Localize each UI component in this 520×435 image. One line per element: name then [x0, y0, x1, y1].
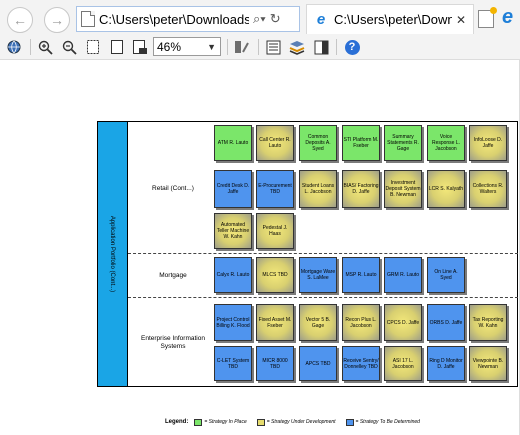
- legend-swatch: [256, 418, 265, 426]
- zoom-in-icon[interactable]: [36, 38, 54, 56]
- application-box: STI Platform M. Fseber: [342, 125, 380, 161]
- application-box: ASI 17 L. Jacobson: [384, 346, 422, 381]
- application-box: MSP R. Lauto: [342, 257, 380, 293]
- globe-settings-icon[interactable]: [4, 38, 24, 56]
- forward-button[interactable]: →: [44, 7, 70, 33]
- application-box: Voice Response L. Jacobson: [427, 125, 465, 161]
- application-box: Credit Desk D. Jaffe: [214, 170, 252, 208]
- sidebar-panel-icon[interactable]: [312, 38, 330, 56]
- zoom-value: 46%: [157, 39, 182, 54]
- application-box: Call Center R. Lauto: [256, 125, 294, 161]
- ie-icon: e: [316, 10, 326, 28]
- tab-title: C:\Users\peter\Downl...: [334, 12, 452, 27]
- bookmarks-icon[interactable]: [264, 38, 282, 56]
- band-label: Application Portfolio (Cont...): [109, 215, 115, 293]
- edge-icon[interactable]: e: [502, 6, 513, 29]
- application-box: Project Control Billing K. Flood: [214, 304, 252, 341]
- application-box: Pedestal J. Haas: [256, 213, 294, 249]
- legend-item: = Strategy Under Development: [256, 418, 336, 426]
- new-tab-button[interactable]: [478, 7, 497, 28]
- portfolio-band: Application Portfolio (Cont...): [98, 122, 128, 386]
- fit-page-icon[interactable]: [84, 38, 102, 56]
- toolbar-separator: [336, 39, 337, 55]
- application-box: Ring D Monitor D. Jaffe: [427, 346, 465, 381]
- application-box: Viewpointe B. Newman: [469, 346, 507, 381]
- legend-swatch: [345, 418, 354, 426]
- legend-item: = Strategy To Be Determined: [345, 418, 420, 426]
- search-icon[interactable]: ⌕▾: [253, 11, 266, 27]
- application-box: ATM R. Lauto: [214, 125, 252, 161]
- application-box: MLCS TBD: [256, 257, 294, 293]
- legend-label: = Strategy In Place: [204, 419, 247, 425]
- address-bar[interactable]: C:\Users\peter\Downloads\F ⌕▾ ↻: [76, 6, 300, 32]
- application-box: Calyx R. Lauto: [214, 257, 252, 293]
- application-box: InfoLoose D. Jaffe: [469, 125, 507, 161]
- application-box: Vector 5 B. Gage: [299, 304, 337, 341]
- application-box: MICR 8000 TBD: [256, 346, 294, 381]
- application-box: Fixed Asset M. Fseber: [256, 304, 294, 341]
- application-box: Student Loans L. Jacobson: [299, 170, 337, 208]
- application-box: Mortgage Ware S. LaMee: [299, 257, 337, 293]
- edit-tools-icon[interactable]: [232, 38, 252, 56]
- refresh-icon[interactable]: ↻: [270, 11, 281, 27]
- legend: Legend: = Strategy In Place = Strategy Un…: [165, 416, 430, 428]
- zoom-select[interactable]: 46% ▼: [153, 37, 221, 56]
- help-glyph: ?: [344, 39, 360, 55]
- application-box: ORBS D. Jaffe: [427, 304, 465, 341]
- fit-width-icon[interactable]: [131, 38, 149, 56]
- tab-current[interactable]: e C:\Users\peter\Downl... ✕: [306, 4, 474, 34]
- application-box: E-Procurement TBD: [256, 170, 294, 208]
- page-icon: [81, 11, 95, 27]
- application-box: Investment Deposit System B. Newman: [384, 170, 422, 208]
- application-box: CPCS D. Jaffe: [384, 304, 422, 341]
- layers-icon[interactable]: [288, 38, 306, 56]
- toolbar-separator: [30, 39, 31, 55]
- section-divider: [128, 253, 518, 254]
- legend-label: = Strategy Under Development: [266, 419, 336, 425]
- actual-size-icon[interactable]: [108, 38, 126, 56]
- application-box: Recon Plus L. Jacobson: [342, 304, 380, 341]
- application-box: Receive Sentry/ Donnelley TBD: [342, 346, 380, 381]
- back-arrow-icon: ←: [13, 12, 27, 28]
- pdf-toolbar: 46% ▼ ?: [0, 35, 520, 60]
- application-box: Tax Reporting W. Kahn: [469, 304, 507, 341]
- forward-arrow-icon: →: [50, 12, 64, 28]
- application-box: C-LET System TBD: [214, 346, 252, 381]
- application-box: GRM R. Lauto: [384, 257, 422, 293]
- application-box: On Line A. Syed: [427, 257, 465, 293]
- section-label-retail: Retail (Cont...): [152, 185, 194, 192]
- back-button[interactable]: ←: [7, 7, 33, 33]
- application-portfolio-diagram: Application Portfolio (Cont...) Retail (…: [97, 121, 518, 387]
- section-label-enterprise: Enterprise Information Systems: [141, 335, 205, 350]
- legend-label: = Strategy To Be Determined: [355, 419, 420, 425]
- application-box: APCS TBD: [299, 346, 337, 381]
- application-box: Common Deposits A. Syed: [299, 125, 337, 161]
- application-box: Collections R. Walters: [469, 170, 507, 208]
- chevron-down-icon: ▼: [207, 41, 216, 52]
- address-text[interactable]: C:\Users\peter\Downloads\F: [99, 12, 249, 27]
- application-box: Automated Teller Machine W. Kahn: [214, 213, 252, 249]
- toolbar-separator: [227, 39, 228, 55]
- section-divider: [128, 297, 518, 298]
- section-label-mortgage: Mortgage: [159, 272, 187, 279]
- help-icon[interactable]: ?: [343, 38, 361, 56]
- zoom-out-icon[interactable]: [60, 38, 78, 56]
- legend-item: = Strategy In Place: [194, 418, 247, 426]
- legend-swatch: [194, 418, 203, 426]
- toolbar-separator: [258, 39, 259, 55]
- application-box: BIAS/ Factoring D. Jaffe: [342, 170, 380, 208]
- application-box: Summary Statements R. Gage: [384, 125, 422, 161]
- legend-title: Legend:: [165, 419, 189, 425]
- tab-close-icon[interactable]: ✕: [456, 13, 466, 27]
- application-box: LCR S. Kalyath: [427, 170, 465, 208]
